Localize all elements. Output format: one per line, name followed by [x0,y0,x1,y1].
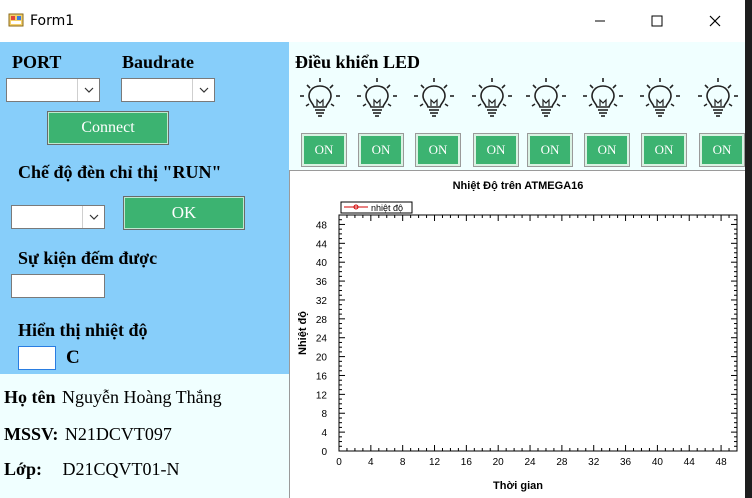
y-tick-label: 0 [321,447,327,458]
window-title: Form1 [30,13,75,29]
background-strip [745,0,752,498]
x-tick-label: 36 [620,457,632,468]
y-tick-label: 4 [321,428,327,439]
y-tick-label: 20 [316,353,328,364]
title-bar[interactable]: Form1 [0,0,745,42]
plot-frame [338,214,738,452]
led-6-on-button[interactable]: ON [584,133,630,167]
lightbulb-icon [583,78,623,122]
ok-button[interactable]: OK [123,196,245,230]
x-tick-label: 8 [400,457,406,468]
chart-title: Nhiệt Độ trên ATMEGA16 [453,180,584,192]
temperature-unit: C [66,347,80,368]
run-led-mode-label: Chế độ đèn chỉ thị "RUN" [18,162,222,182]
student-id-row: MSSV: N21DCVT097 [4,424,172,445]
lightbulb-icon [640,78,680,122]
lightbulb-icon [472,78,512,122]
led-4-on-button[interactable]: ON [473,133,519,167]
minimize-icon [595,20,605,22]
y-tick-label: 28 [316,315,328,326]
port-label: PORT [12,52,62,72]
y-tick-label: 36 [316,277,328,288]
y-tick-label: 12 [316,390,328,401]
x-tick-label: 32 [588,457,600,468]
y-tick-label: 40 [316,258,328,269]
maximize-button[interactable] [634,0,680,42]
led-3-on-button[interactable]: ON [415,133,461,167]
class-value: D21CQVT01-N [62,459,180,479]
chart-svg: Nhiệt Độ trên ATMEGA16 Thời gian Nhiệt độ 0… [297,180,738,492]
class-row: Lớp: D21CQVT01-N [4,459,179,480]
lightbulb-icon [698,78,738,122]
class-label: Lớp: [4,459,42,479]
lightbulb-icon [300,78,340,122]
event-count-label: Sự kiện đếm được [18,248,158,268]
x-tick-label: 12 [429,457,441,468]
led-control-title: Điều khiển LED [295,52,421,72]
y-tick-label: 32 [316,296,328,307]
x-tick-label: 0 [336,457,342,468]
chevron-down-icon[interactable] [77,79,99,101]
x-tick-label: 48 [716,457,728,468]
close-icon [709,15,721,27]
legend-label: nhiệt độ [371,203,403,213]
led-7-on-button[interactable]: ON [641,133,687,167]
led-5-on-button[interactable]: ON [527,133,573,167]
chevron-down-icon[interactable] [192,79,214,101]
y-tick-label: 48 [316,220,328,231]
x-axis-label: Thời gian [493,480,543,492]
led-2-on-button[interactable]: ON [358,133,404,167]
x-tick-label: 4 [368,457,374,468]
student-id-value: N21DCVT097 [64,424,172,444]
chevron-down-icon[interactable] [82,206,104,228]
name-row: Họ tên Nguyễn Hoàng Thắng [4,387,222,408]
x-tick-label: 20 [493,457,505,468]
led-control-panel: Điều khiển LED ON ON ON ON ON ON ON ON [289,42,745,170]
led-1-on-button[interactable]: ON [301,133,347,167]
y-axis-label: Nhiệt độ [297,311,309,355]
x-tick-label: 40 [652,457,664,468]
connect-button[interactable]: Connect [47,111,169,145]
y-tick-label: 16 [316,371,328,382]
close-button[interactable] [692,0,738,42]
name-value: Nguyễn Hoàng Thắng [62,387,222,407]
x-tick-label: 24 [524,457,536,468]
x-tick-label: 16 [461,457,473,468]
temperature-label: Hiển thị nhiệt độ [18,320,148,340]
led-8-on-button[interactable]: ON [699,133,745,167]
lightbulb-icon [414,78,454,122]
baudrate-label: Baudrate [122,52,194,72]
lightbulb-icon [357,78,397,122]
y-tick-label: 8 [321,409,327,420]
port-combobox[interactable] [6,78,100,102]
x-tick-label: 28 [556,457,568,468]
y-tick-label: 44 [316,239,328,250]
lightbulb-icon [526,78,566,122]
temperature-field[interactable] [18,346,56,370]
y-tick-label: 24 [316,334,328,345]
main-window: Form1 PORT Baudrate Connect Chế độ đèn c [0,0,745,498]
event-count-field[interactable] [11,274,105,298]
student-info-panel: Họ tên Nguyễn Hoàng Thắng MSSV: N21DCVT0… [0,374,289,498]
baudrate-combobox[interactable] [121,78,215,102]
serial-control-panel: PORT Baudrate Connect Chế độ đèn chỉ thị… [0,42,289,374]
minimize-button[interactable] [577,0,623,42]
maximize-icon [651,15,663,27]
name-label: Họ tên [4,387,56,407]
temperature-chart: Nhiệt Độ trên ATMEGA16 Thời gian Nhiệt độ 0… [289,170,745,498]
x-tick-label: 44 [684,457,696,468]
app-icon [8,13,24,27]
student-id-label: MSSV: [4,424,59,444]
run-led-mode-combobox[interactable] [11,205,105,229]
